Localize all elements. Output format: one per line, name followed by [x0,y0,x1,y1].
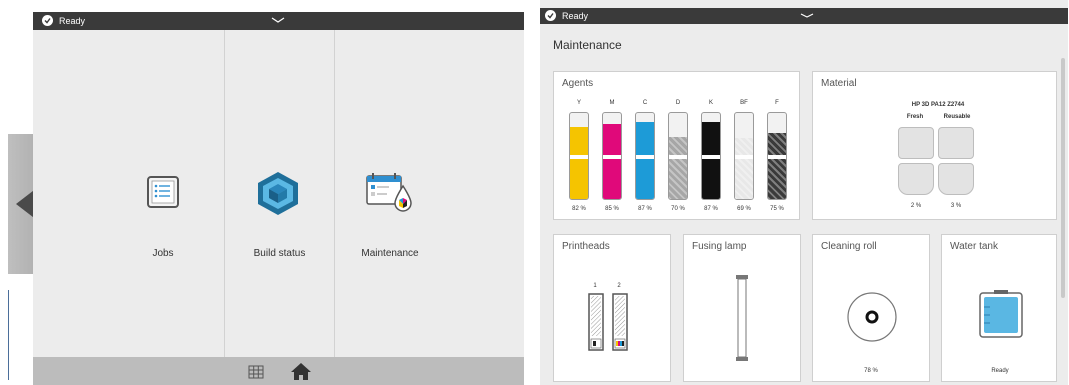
chevron-down-icon[interactable] [800,12,814,22]
printheads-card[interactable]: Printheads 1 2 [553,234,671,382]
build-cube-icon [258,172,298,215]
agents-card[interactable]: Agents Y 82 % M 85 % C 87 % D 70 % K 87 % BF 69 % F 7… [553,71,800,220]
card-title: Fusing lamp [692,241,747,252]
agent-letter: BF [740,100,748,106]
reusable-container-bottom [938,163,974,195]
agent-letter: Y [576,100,581,106]
maintenance-screen: Ready Maintenance Agents Y 82 % M 85 % C 87 %… [540,0,1068,385]
maintenance-calendar-icon [366,173,412,212]
cleaning-roll-icon [847,292,897,342]
material-card[interactable]: Material HP 3D PA12 Z2744 Fresh Reusable… [812,71,1057,220]
reusable-container-top [938,127,974,159]
agent-percent: 69 % [737,206,751,212]
fresh-percent: 2 % [910,203,922,209]
agent-percent: 70 % [671,206,685,212]
agent-cartridge [734,112,754,200]
agent-letter: M [609,100,615,106]
water-tank-icon [979,290,1023,338]
jobs-list-icon [147,176,179,208]
agent-letter: F [775,100,779,106]
chevron-down-icon[interactable] [271,16,285,26]
reusable-label: Reusable [943,114,971,120]
ready-check-icon [42,15,53,26]
tile-jobs[interactable]: Jobs [113,30,224,357]
card-title: Material [821,78,857,89]
fresh-label: Fresh [906,114,924,120]
agent-letter: K [708,100,713,106]
agent-cartridge [701,112,721,200]
page-title: Maintenance [553,38,622,52]
tile-label: Jobs [152,248,174,259]
home-screen: Ready Jobs Build status Maintenance [33,12,524,385]
agent-cartridge [569,112,589,200]
reusable-percent: 3 % [950,203,962,209]
printhead-label: 1 [593,283,597,289]
tile-label: Maintenance [361,248,419,259]
agent-percent: 85 % [605,206,619,212]
bottom-nav-bar [33,357,524,385]
cleaning-roll-percent: 78 % [864,368,878,374]
water-tank-status: Ready [991,368,1009,374]
status-bar: Ready [540,8,1068,24]
agent-percent: 75 % [770,206,784,212]
card-title: Cleaning roll [821,241,877,252]
grid-icon[interactable] [248,365,264,379]
agents-list: Y 82 % M 85 % C 87 % D 70 % K 87 % BF 69 % F 75 % [554,72,801,221]
card-title: Printheads [562,241,610,252]
agent-cartridge [635,112,655,200]
agent-percent: 82 % [572,206,586,212]
agent-percent: 87 % [704,206,718,212]
water-tank-card[interactable]: Water tank Ready [941,234,1057,382]
home-icon[interactable] [290,361,312,381]
tile-label: Build status [253,248,306,259]
tile-maintenance[interactable]: Maintenance [335,30,445,357]
status-text: Ready [562,11,589,21]
ready-check-icon [545,10,556,21]
agent-letter: C [642,100,648,106]
tile-build-status[interactable]: Build status [225,30,334,357]
card-title: Water tank [950,241,998,252]
divider [8,290,9,380]
printhead-label: 2 [617,283,621,289]
fresh-container-bottom [898,163,934,195]
fusing-lamp-icon [736,275,748,361]
material-name: HP 3D PA12 Z2744 [911,102,965,108]
fusing-lamp-card[interactable]: Fusing lamp [683,234,801,382]
agent-cartridge [602,112,622,200]
agent-cartridge [668,112,688,200]
agent-percent: 87 % [638,206,652,212]
cleaning-roll-card[interactable]: Cleaning roll 78 % [812,234,930,382]
fresh-container-top [898,127,934,159]
status-bar: Ready [33,12,524,30]
printheads-icon [588,293,628,351]
agent-letter: D [675,100,681,106]
status-text: Ready [59,16,86,26]
agent-cartridge [767,112,787,200]
scrollbar[interactable] [1061,58,1065,298]
